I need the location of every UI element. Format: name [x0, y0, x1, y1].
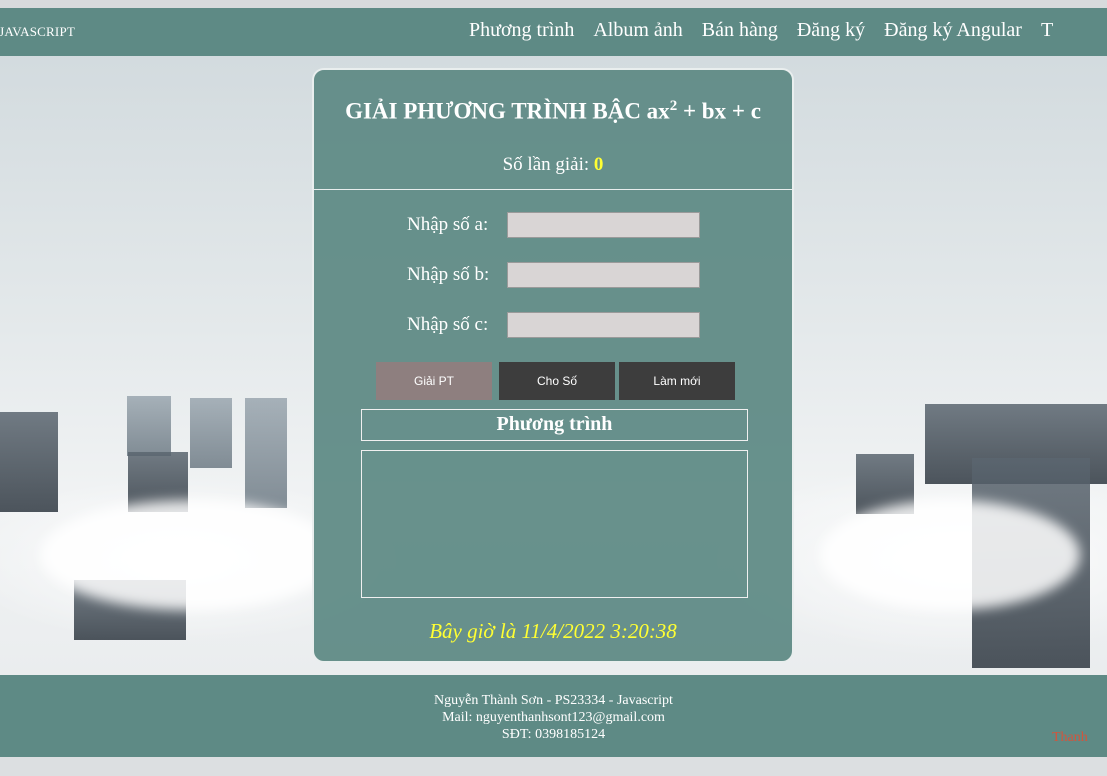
field-row-b: Nhập số b:: [407, 262, 700, 288]
random-numbers-button[interactable]: Cho Số: [499, 362, 615, 400]
nav-item-album-anh[interactable]: Album ảnh: [593, 19, 682, 42]
title-suffix: + bx + c: [677, 98, 761, 124]
field-row-c: Nhập số c:: [407, 312, 700, 338]
background-building: [0, 412, 58, 512]
field-c-label: Nhập số c:: [407, 314, 489, 335]
nav-item-ban-hang[interactable]: Bán hàng: [702, 19, 778, 42]
reset-button[interactable]: Làm mới: [619, 362, 735, 400]
footer-email: Mail: nguyenthanhsont123@gmail.com: [442, 710, 665, 725]
field-c-input[interactable]: [507, 312, 700, 338]
page-title: GIẢI PHƯƠNG TRÌNH BẬC ax2 + bx + c: [314, 98, 792, 125]
background-cloud: [40, 500, 340, 610]
footer-phone: SĐT: 0398185124: [501, 727, 606, 742]
result-output: [361, 450, 748, 598]
solve-count-label: Số lần giải:: [502, 154, 594, 175]
background-cloud: [820, 500, 1080, 610]
footer-author: Nguyễn Thành Sơn - PS23334 - Javascript: [434, 693, 673, 708]
footer-info: Nguyễn Thành Sơn - PS23334 - Javascript …: [0, 692, 1107, 743]
solve-count-value: 0: [593, 154, 604, 175]
current-time: Bây giờ là 11/4/2022 3:20:38: [429, 619, 677, 643]
nav-item-dang-ky-angular[interactable]: Đăng ký Angular: [884, 19, 1022, 42]
divider: [314, 189, 792, 190]
field-b-label: Nhập số b:: [407, 264, 490, 285]
watermark-text: Thanh: [1052, 730, 1088, 745]
field-row-a: Nhập số a:: [407, 212, 700, 238]
background-building: [245, 398, 287, 508]
background-building: [190, 398, 232, 468]
equation-heading: Phương trình: [361, 409, 748, 441]
navbar: ENT JAVASCRIPT Phương trình Album ảnh Bá…: [0, 8, 1107, 56]
nav-menu: Phương trình Album ảnh Bán hàng Đăng ký …: [469, 19, 1053, 42]
footer: Nguyễn Thành Sơn - PS23334 - Javascript …: [0, 675, 1107, 757]
brand-text: ENT JAVASCRIPT: [0, 24, 76, 39]
field-a-input[interactable]: [507, 212, 700, 238]
background-building: [127, 396, 171, 456]
solve-button[interactable]: Giải PT: [376, 362, 492, 400]
browser-edge-bottom: [0, 757, 1107, 776]
nav-item-dang-ky[interactable]: Đăng ký: [797, 19, 865, 42]
field-b-input[interactable]: [507, 262, 700, 288]
browser-edge: [0, 0, 1107, 8]
field-a-label: Nhập số a:: [407, 214, 489, 235]
nav-item-phuong-trinh[interactable]: Phương trình: [469, 19, 574, 42]
title-prefix: GIẢI PHƯƠNG TRÌNH BẬC ax: [345, 98, 670, 124]
nav-item-truncated[interactable]: T: [1041, 19, 1053, 42]
solve-count: Số lần giải: 0: [314, 154, 792, 176]
equation-solver-card: GIẢI PHƯƠNG TRÌNH BẬC ax2 + bx + c Số lầ…: [312, 68, 794, 663]
